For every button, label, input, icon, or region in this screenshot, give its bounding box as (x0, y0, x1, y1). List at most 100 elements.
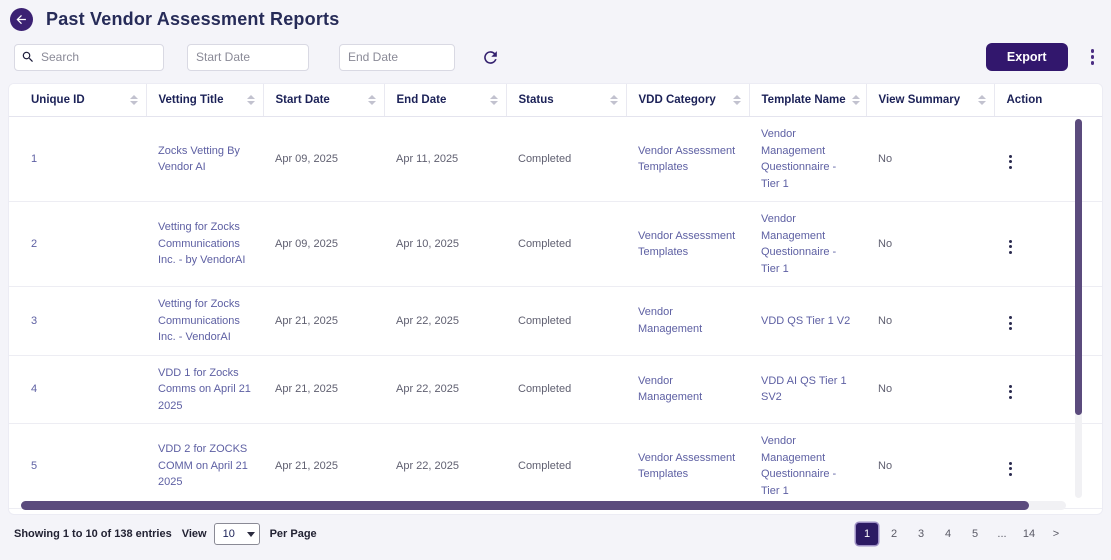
cell-end-date: Apr 22, 2025 (384, 355, 506, 424)
column-header-view-summary[interactable]: View Summary (866, 84, 995, 117)
kebab-menu-icon[interactable] (1088, 46, 1098, 68)
vertical-scrollbar[interactable] (1075, 119, 1082, 498)
column-header-start-date[interactable]: Start Date (263, 84, 385, 117)
search-field-wrap (14, 43, 164, 71)
column-header-status[interactable]: Status (506, 84, 627, 117)
column-header-label: VDD Category (638, 94, 716, 106)
horizontal-scrollbar[interactable] (21, 501, 1066, 510)
cell-action (994, 286, 1102, 356)
refresh-icon (481, 48, 500, 67)
cell-status: Completed (506, 116, 626, 202)
cell-view-summary: No (866, 201, 994, 287)
column-header-inner: VDD Category (639, 94, 741, 106)
sort-arrows-icon (489, 95, 498, 105)
arrow-left-icon (14, 12, 29, 27)
cell-unique-id: 4 (9, 355, 146, 424)
page-button-5[interactable]: 5 (964, 523, 986, 545)
page-button-1[interactable]: 1 (856, 523, 878, 545)
cell-end-date: Apr 22, 2025 (384, 423, 506, 509)
page-button-4[interactable]: 4 (937, 523, 959, 545)
table-row: 2 Vetting for Zocks Communications Inc. -… (9, 201, 1102, 287)
row-actions-button[interactable] (1006, 382, 1015, 402)
vertical-scrollbar-thumb[interactable] (1075, 119, 1082, 415)
cell-view-summary: No (866, 286, 994, 356)
sort-arrows-icon (129, 95, 138, 105)
table-row: 5 VDD 2 for ZOCKS COMM on April 21 2025 Ap… (9, 423, 1102, 509)
page-button-3[interactable]: 3 (910, 523, 932, 545)
column-header-unique-id[interactable]: Unique ID (9, 84, 147, 117)
refresh-button[interactable] (481, 48, 500, 67)
cell-view-summary: No (866, 423, 994, 509)
column-header-label: Template Name (761, 94, 846, 106)
sort-arrows-icon (732, 95, 741, 105)
cell-start-date: Apr 21, 2025 (263, 286, 384, 356)
export-button[interactable]: Export (985, 43, 1068, 71)
cell-start-date: Apr 09, 2025 (263, 201, 384, 287)
row-actions-button[interactable] (1006, 313, 1015, 333)
pagination: 1 2 3 4 5... 14 > (856, 523, 1067, 545)
cell-status: Completed (506, 286, 626, 356)
toolbar-right: Export (985, 43, 1098, 71)
column-header-inner: Template Name (761, 94, 860, 106)
cell-unique-id: 5 (9, 423, 146, 509)
cell-vetting-title: VDD 1 for Zocks Comms on April 21 2025 (146, 355, 263, 424)
row-actions-button[interactable] (1006, 459, 1015, 479)
table-footer: Showing 1 to 10 of 138 entries View 10 P… (0, 515, 1111, 545)
table-row: 3 Vetting for Zocks Communications Inc. -… (9, 286, 1102, 356)
column-header-vdd-category[interactable]: VDD Category (626, 84, 750, 117)
page-button-2[interactable]: 2 (883, 523, 905, 545)
cell-start-date: Apr 09, 2025 (263, 116, 384, 202)
cell-status: Completed (506, 423, 626, 509)
search-input[interactable] (14, 43, 164, 71)
cell-action (994, 201, 1102, 287)
cell-start-date: Apr 21, 2025 (263, 423, 384, 509)
column-header-action: Action (994, 84, 1102, 117)
reports-table: Unique ID Vetting Title Start Date End Date… (9, 84, 1102, 514)
cell-template-name: VDD AI QS Tier 1 SV2 (749, 355, 866, 424)
page-button-14[interactable]: 14 (1018, 523, 1040, 545)
filters-toolbar: Export (0, 33, 1111, 83)
cell-template-name: Vendor Management Questionnaire - Tier 1 (749, 201, 866, 287)
per-page-select[interactable]: 10 (213, 523, 260, 545)
cell-view-summary: No (866, 116, 994, 202)
cell-start-date: Apr 21, 2025 (263, 355, 384, 424)
column-header-template-name[interactable]: Template Name (749, 84, 867, 117)
cell-end-date: Apr 11, 2025 (384, 116, 506, 202)
cell-action (994, 355, 1102, 424)
view-label: View (181, 528, 207, 540)
column-header-inner: View Summary (879, 94, 986, 106)
showing-entries-text: Showing 1 to 10 of 138 entries (14, 528, 172, 540)
column-header-end-date[interactable]: End Date (384, 84, 507, 117)
per-page-select-wrap: 10 (213, 523, 260, 545)
cell-status: Completed (506, 201, 626, 287)
column-header-inner: End Date (397, 94, 498, 106)
page-title: Past Vendor Assessment Reports (46, 9, 340, 29)
start-date-input[interactable] (187, 43, 309, 71)
column-header-vetting-title[interactable]: Vetting Title (146, 84, 264, 117)
cell-status: Completed (506, 355, 626, 424)
cell-vdd-category: Vendor Management (626, 355, 749, 424)
next-page-button[interactable]: > (1045, 523, 1067, 545)
column-header-inner: Vetting Title (159, 94, 255, 106)
column-header-inner: Status (519, 94, 618, 106)
table-header-row: Unique ID Vetting Title Start Date End Date… (9, 84, 1102, 117)
sort-arrows-icon (246, 95, 255, 105)
back-button[interactable] (10, 8, 33, 31)
table-row: 1 Zocks Vetting By Vendor AI Apr 09, 2025 A… (9, 116, 1102, 202)
column-header-label: End Date (396, 94, 447, 106)
cell-vetting-title: Zocks Vetting By Vendor AI (146, 116, 263, 202)
cell-unique-id: 2 (9, 201, 146, 287)
cell-vdd-category: Vendor Assessment Templates (626, 116, 749, 202)
app-header: Past Vendor Assessment Reports (0, 0, 1111, 33)
sort-arrows-icon (851, 95, 860, 105)
column-header-label: Action (1006, 94, 1043, 106)
page-ellipsis: ... (991, 523, 1013, 545)
sort-arrows-icon (609, 95, 618, 105)
search-icon (21, 50, 35, 64)
column-header-label: Status (518, 94, 554, 106)
cell-end-date: Apr 22, 2025 (384, 286, 506, 356)
row-actions-button[interactable] (1006, 152, 1015, 172)
row-actions-button[interactable] (1006, 237, 1015, 257)
horizontal-scrollbar-thumb[interactable] (21, 501, 1030, 510)
end-date-input[interactable] (339, 43, 455, 71)
